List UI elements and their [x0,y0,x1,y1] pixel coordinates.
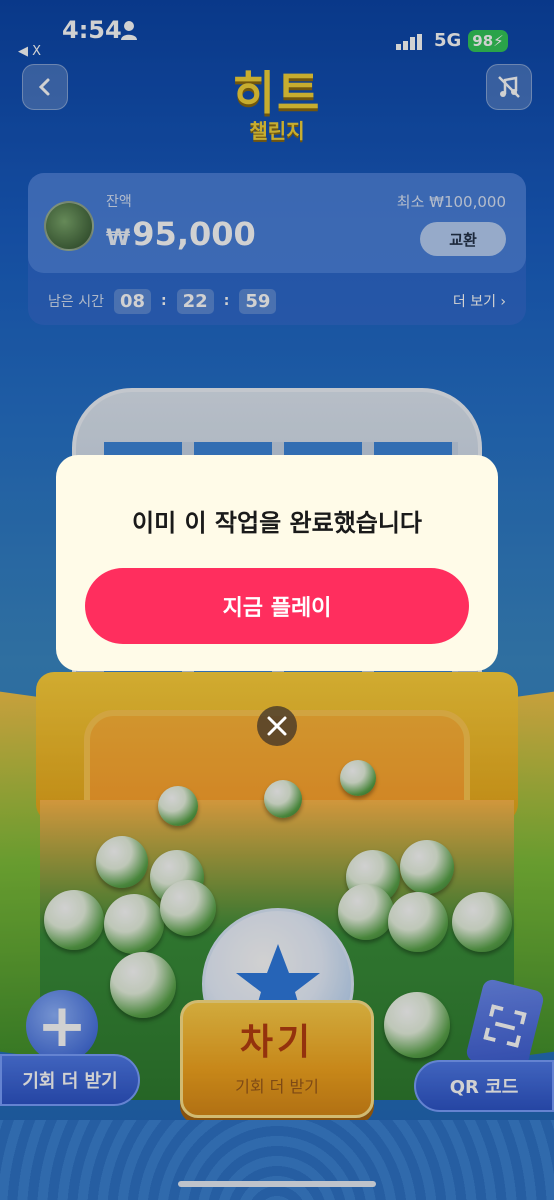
close-icon [267,716,287,736]
play-now-button[interactable]: 지금 플레이 [85,568,469,644]
completion-dialog: 이미 이 작업을 완료했습니다 지금 플레이 [56,455,498,671]
dialog-message: 이미 이 작업을 완료했습니다 [131,509,423,537]
close-dialog-button[interactable] [257,706,297,746]
